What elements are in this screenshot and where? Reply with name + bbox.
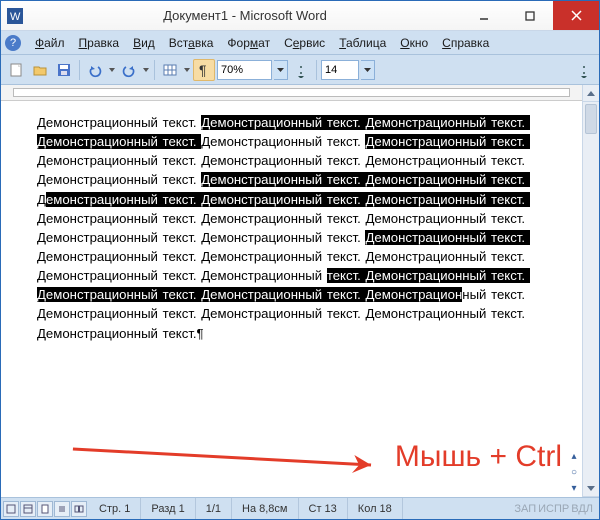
minimize-button[interactable] (461, 1, 507, 30)
toolbar: ¶ 70% 14 (1, 55, 599, 85)
table-dropdown[interactable] (183, 68, 191, 72)
app-icon: W (7, 8, 23, 24)
table-button[interactable] (159, 59, 181, 81)
undo-button[interactable] (84, 59, 106, 81)
browse-object-icon: ○ (568, 467, 580, 479)
document-pane: Демонстрационный текст. Демонстрационный… (1, 85, 582, 497)
help-icon[interactable]: ? (5, 35, 21, 51)
zoom-dropdown[interactable] (274, 60, 288, 80)
menu-window[interactable]: Окно (394, 34, 434, 52)
scroll-thumb[interactable] (585, 104, 597, 134)
status-trk: ИСПР (538, 503, 569, 515)
menu-edit[interactable]: Правка (73, 34, 126, 52)
menu-service[interactable]: Сервис (278, 34, 331, 52)
next-page-icon: ▾ (568, 483, 580, 495)
redo-dropdown[interactable] (142, 68, 150, 72)
toolbar-overflow-1[interactable] (290, 59, 312, 81)
save-button[interactable] (53, 59, 75, 81)
svg-text:W: W (10, 11, 21, 23)
view-print-icon[interactable] (37, 501, 53, 517)
annotation-overlay: Мышь + Ctrl (61, 437, 562, 477)
status-page: Стр. 1 (89, 498, 141, 519)
close-button[interactable] (553, 1, 599, 30)
status-pages: 1/1 (196, 498, 232, 519)
window-title: Документ1 - Microsoft Word (29, 8, 461, 23)
new-button[interactable] (5, 59, 27, 81)
undo-dropdown[interactable] (108, 68, 116, 72)
zoom-input[interactable]: 70% (217, 60, 272, 80)
menu-help[interactable]: Справка (436, 34, 495, 52)
menu-insert[interactable]: Вставка (163, 34, 220, 52)
menu-table[interactable]: Таблица (333, 34, 392, 52)
font-size-input[interactable]: 14 (321, 60, 359, 80)
titlebar[interactable]: W Документ1 - Microsoft Word (1, 1, 599, 31)
maximize-button[interactable] (507, 1, 553, 30)
word-window: W Документ1 - Microsoft Word ? Файл Прав… (0, 0, 600, 520)
status-section: Разд 1 (141, 498, 195, 519)
open-button[interactable] (29, 59, 51, 81)
status-position: На 8,8см (232, 498, 298, 519)
scroll-up-icon[interactable] (583, 85, 599, 102)
view-web-icon[interactable] (20, 501, 36, 517)
font-size-dropdown[interactable] (361, 60, 375, 80)
vertical-scrollbar[interactable] (582, 85, 599, 497)
view-reading-icon[interactable] (71, 501, 87, 517)
menu-format[interactable]: Формат (221, 34, 276, 52)
status-rec: ЗАП (514, 503, 536, 515)
pilcrow-button[interactable]: ¶ (193, 59, 215, 81)
status-line: Ст 13 (299, 498, 348, 519)
menu-view[interactable]: Вид (127, 34, 161, 52)
view-normal-icon[interactable] (3, 501, 19, 517)
svg-text:¶: ¶ (199, 62, 207, 78)
prev-page-icon: ▴ (568, 451, 580, 463)
browse-object-icons[interactable]: ▴ ○ ▾ (566, 449, 582, 497)
toolbar-overflow-2[interactable] (573, 59, 595, 81)
redo-button[interactable] (118, 59, 140, 81)
menu-file[interactable]: Файл (29, 34, 71, 52)
menubar: ? Файл Правка Вид Вставка Формат Сервис … (1, 31, 599, 55)
status-column: Кол 18 (348, 498, 403, 519)
horizontal-ruler[interactable] (1, 85, 582, 101)
status-ext: ВДЛ (571, 503, 593, 515)
document-body[interactable]: Демонстрационный текст. Демонстрационный… (37, 113, 566, 343)
statusbar: Стр. 1 Разд 1 1/1 На 8,8см Ст 13 Кол 18 … (1, 497, 599, 519)
view-outline-icon[interactable] (54, 501, 70, 517)
scroll-down-icon[interactable] (583, 480, 599, 497)
annotation-text: Мышь + Ctrl (395, 440, 562, 474)
